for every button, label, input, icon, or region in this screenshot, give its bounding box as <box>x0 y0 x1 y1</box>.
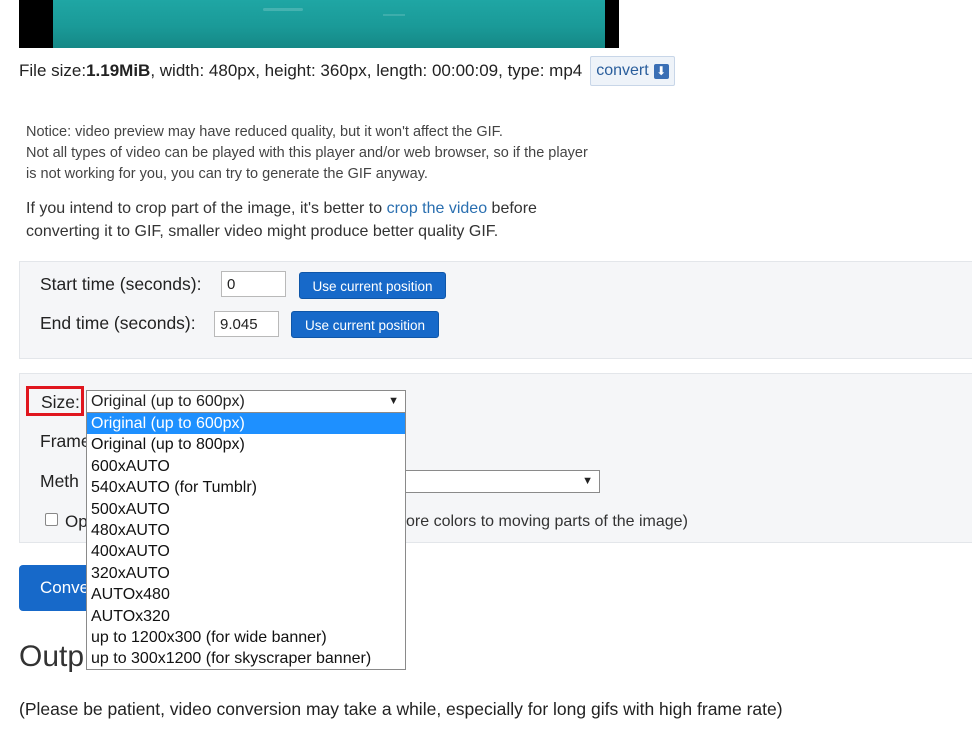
preview-notice: Notice: video preview may have reduced q… <box>26 122 588 185</box>
patience-note: (Please be patient, video conversion may… <box>19 699 783 719</box>
end-time-input[interactable]: 9.045 <box>214 311 279 337</box>
size-label: Size: <box>41 392 80 412</box>
file-size-value: 1.19MiB <box>86 61 151 80</box>
download-arrow-icon: ⬇ <box>653 63 669 79</box>
size-selected-value: Original (up to 600px) <box>91 393 245 410</box>
crop-note-text: converting it to GIF, smaller video migh… <box>26 223 499 240</box>
method-label: Meth <box>40 471 79 491</box>
dropdown-arrow-icon: ▼ <box>388 395 399 407</box>
size-option[interactable]: AUTOx480 <box>87 584 405 605</box>
crop-note-text: If you intend to crop part of the image,… <box>26 200 387 217</box>
method-select[interactable]: ▼ <box>400 470 600 493</box>
crop-note: If you intend to crop part of the image,… <box>26 197 537 243</box>
video-preview[interactable] <box>19 0 619 48</box>
output-heading: Outp <box>19 640 85 673</box>
frame-rate-label: Frame <box>40 431 91 451</box>
file-size-label: File size: <box>19 61 87 80</box>
size-dropdown-list[interactable]: Original (up to 600px) Original (up to 8… <box>86 412 406 670</box>
optimize-checkbox[interactable] <box>45 513 58 526</box>
notice-line: Notice: video preview may have reduced q… <box>26 124 503 140</box>
size-option[interactable]: 480xAUTO <box>87 520 405 541</box>
end-use-current-position-button[interactable]: Use current position <box>291 311 439 338</box>
optimize-description: ore colors to moving parts of the image) <box>406 513 688 530</box>
file-info-details: , width: 480px, height: 360px, length: 0… <box>150 61 583 80</box>
size-option[interactable]: 540xAUTO (for Tumblr) <box>87 477 405 498</box>
end-time-label: End time (seconds): <box>40 313 196 333</box>
crop-note-text: before <box>487 200 537 217</box>
start-time-input[interactable]: 0 <box>221 271 286 297</box>
size-option[interactable]: 600xAUTO <box>87 456 405 477</box>
size-option[interactable]: 400xAUTO <box>87 541 405 562</box>
video-glint <box>383 14 405 16</box>
dropdown-arrow-icon: ▼ <box>582 475 593 487</box>
size-option[interactable]: 320xAUTO <box>87 563 405 584</box>
size-option[interactable]: AUTOx320 <box>87 606 405 627</box>
convert-format-label: convert <box>596 62 649 79</box>
video-frame <box>53 0 605 48</box>
convert-format-button[interactable]: convert ⬇ <box>590 56 675 86</box>
size-label-highlight: Size: <box>26 386 84 416</box>
size-option[interactable]: 500xAUTO <box>87 499 405 520</box>
convert-to-gif-button[interactable]: Conve <box>19 565 89 611</box>
notice-line: is not working for you, you can try to g… <box>26 166 428 182</box>
size-option[interactable]: up to 1200x300 (for wide banner) <box>87 627 405 648</box>
optimize-label: Op <box>65 512 88 531</box>
video-glint <box>263 8 303 11</box>
notice-line: Not all types of video can be played wit… <box>26 145 588 161</box>
size-option[interactable]: Original (up to 800px) <box>87 434 405 455</box>
size-option[interactable]: up to 300x1200 (for skyscraper banner) <box>87 648 405 669</box>
file-info: File size: 1.19MiB , width: 480px, heigh… <box>19 56 675 86</box>
size-option[interactable]: Original (up to 600px) <box>87 413 405 435</box>
start-use-current-position-button[interactable]: Use current position <box>299 272 446 299</box>
start-time-label: Start time (seconds): <box>40 274 202 294</box>
crop-video-link[interactable]: crop the video <box>387 200 488 217</box>
size-select[interactable]: Original (up to 600px) ▼ <box>86 390 406 413</box>
